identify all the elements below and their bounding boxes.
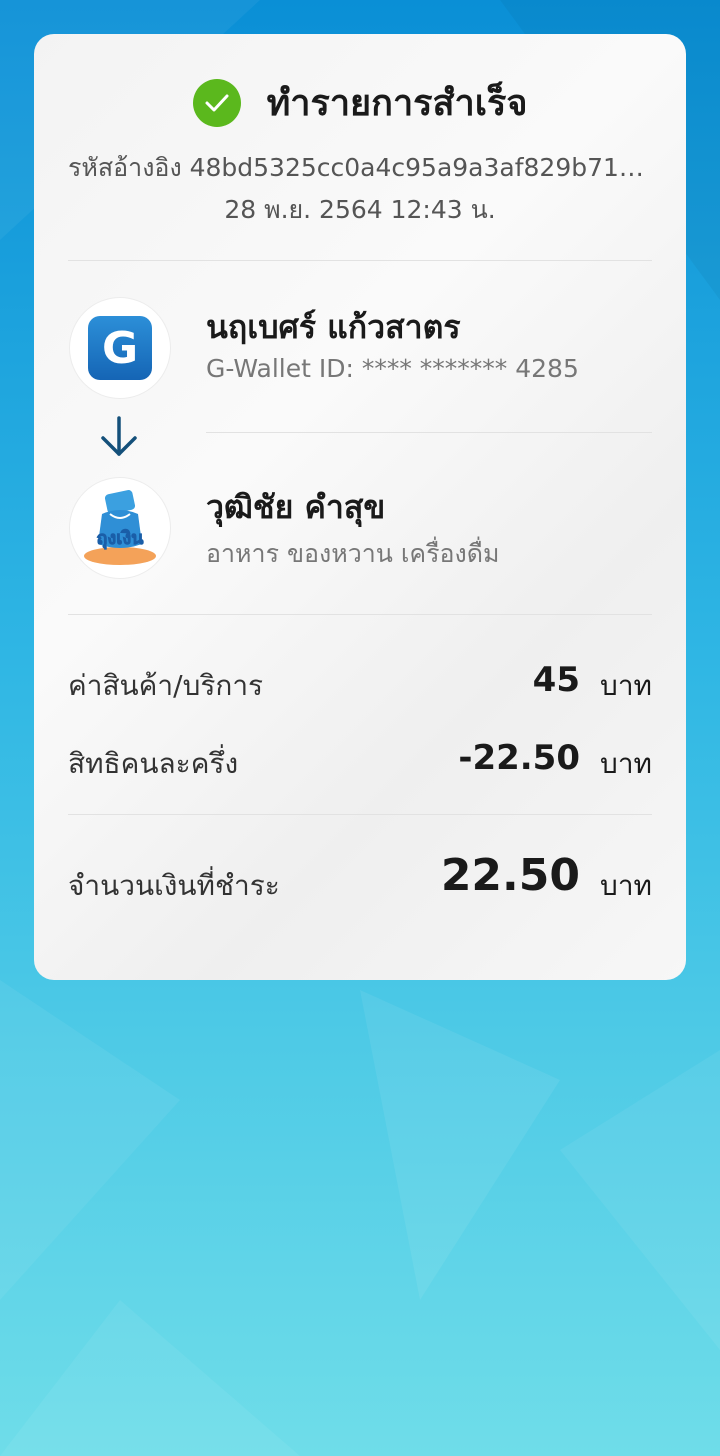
total-unit: บาท — [600, 869, 652, 902]
discount-label: สิทธิคนละครึ่ง — [68, 747, 239, 780]
g-wallet-logo-icon: G — [88, 316, 152, 380]
receiver-category: อาหาร ของหวาน เครื่องดื่ม — [206, 539, 500, 568]
discount-unit: บาท — [600, 747, 652, 780]
discount-amount: -22.50 — [458, 738, 580, 778]
tung-ngern-logo-text: ถุงเงิน — [97, 528, 145, 550]
reference-number: รหัสอ้างอิง 48bd5325cc0a4c95a9a3af829b71… — [68, 153, 652, 182]
tung-ngern-logo-icon: ถุงเงิน — [84, 490, 156, 565]
divider — [68, 260, 652, 261]
transaction-datetime: 28 พ.ย. 2564 12:43 น. — [224, 195, 496, 224]
status-header: ทำรายการสำเร็จ — [34, 74, 686, 131]
item-price-label: ค่าสินค้า/บริการ — [68, 669, 264, 702]
divider — [206, 432, 652, 433]
status-title: ทำรายการสำเร็จ — [266, 83, 528, 124]
receiver-name: วุฒิชัย คำสุข — [206, 488, 386, 526]
divider — [68, 814, 652, 815]
receiver-avatar: ถุงเงิน — [70, 478, 170, 578]
check-circle-icon — [192, 78, 241, 127]
total-label: จำนวนเงินที่ชำระ — [68, 869, 280, 902]
arrow-down-icon — [101, 416, 137, 456]
sender-wallet-id: G-Wallet ID: **** ******* 4285 — [206, 354, 579, 383]
divider — [68, 614, 652, 615]
sender-avatar: G — [70, 298, 170, 398]
total-amount: 22.50 — [440, 850, 580, 901]
sender-name: นฤเบศร์ แก้วสาตร — [206, 308, 461, 346]
item-price-unit: บาท — [600, 669, 652, 702]
item-price-amount: 45 — [532, 660, 580, 700]
receipt-card: ทำรายการสำเร็จ รหัสอ้างอิง 48bd5325cc0a4… — [34, 34, 686, 980]
screen: { "status": { "title": "ทำรายการสำเร็จ",… — [0, 0, 720, 1456]
